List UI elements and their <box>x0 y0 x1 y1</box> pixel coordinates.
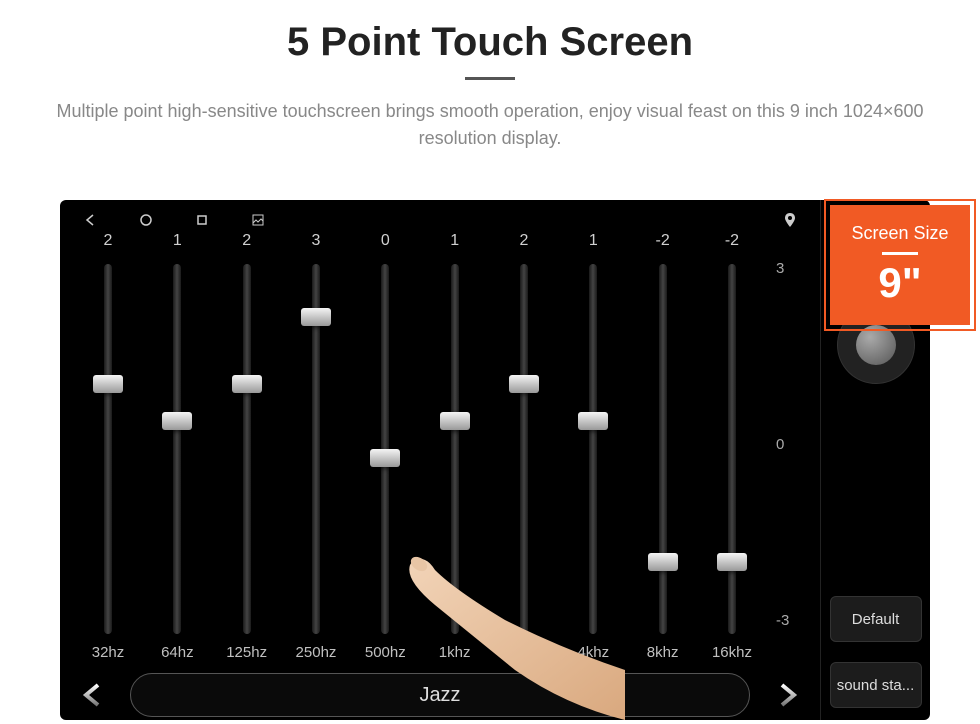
preset-row: Jazz <box>72 673 808 717</box>
eq-band-freq: 4khz <box>577 644 609 661</box>
eq-band-value: 1 <box>450 232 459 256</box>
sound-stage-button[interactable]: sound sta... <box>830 662 922 708</box>
eq-slider-thumb[interactable] <box>93 375 123 393</box>
eq-band-value: 1 <box>173 232 182 256</box>
scale-max: 3 <box>776 260 808 277</box>
eq-band-0: 2 32hz <box>78 232 138 661</box>
eq-band-value: 3 <box>312 232 321 256</box>
eq-band-9: -2 16khz <box>702 232 762 661</box>
eq-band-freq: 16khz <box>712 644 752 661</box>
eq-band-5: 1 1khz <box>425 232 485 661</box>
eq-slider-thumb[interactable] <box>232 375 262 393</box>
eq-band-4: 0 500hz <box>355 232 415 661</box>
eq-slider[interactable] <box>104 264 112 634</box>
eq-band-3: 3 250hz <box>286 232 346 661</box>
eq-band-1: 1 64hz <box>147 232 207 661</box>
eq-slider-thumb[interactable] <box>509 375 539 393</box>
eq-band-freq: 250hz <box>296 644 337 661</box>
eq-slider[interactable] <box>659 264 667 634</box>
eq-slider-thumb[interactable] <box>717 553 747 571</box>
eq-slider[interactable] <box>243 264 251 634</box>
scale-min: -3 <box>776 612 808 629</box>
preset-prev-button[interactable] <box>72 675 112 715</box>
eq-band-freq: 125hz <box>226 644 267 661</box>
recent-apps-icon[interactable] <box>194 212 210 228</box>
eq-slider-thumb[interactable] <box>162 412 192 430</box>
eq-slider[interactable] <box>381 264 389 634</box>
android-navbar <box>72 208 808 232</box>
default-button-label: Default <box>852 611 900 628</box>
eq-scale: 3 0 -3 <box>768 232 808 661</box>
screen-size-badge: Screen Size 9" <box>830 205 970 325</box>
eq-slider[interactable] <box>589 264 597 634</box>
eq-band-value: 0 <box>381 232 390 256</box>
eq-band-value: 1 <box>589 232 598 256</box>
eq-band-7: 1 4khz <box>563 232 623 661</box>
eq-slider-thumb[interactable] <box>648 553 678 571</box>
eq-slider[interactable] <box>520 264 528 634</box>
eq-slider[interactable] <box>728 264 736 634</box>
badge-divider <box>882 252 918 255</box>
eq-band-value: 2 <box>520 232 529 256</box>
eq-band-value: -2 <box>725 232 739 256</box>
page-title: 5 Point Touch Screen <box>40 20 940 65</box>
back-icon[interactable] <box>82 212 98 228</box>
equalizer-area: 2 32hz 1 64hz 2 125hz 3 250hz 0 500hz 1 1khz 2 2khz 1 4… <box>72 232 808 661</box>
badge-value: 9" <box>878 259 921 307</box>
preset-name-button[interactable]: Jazz <box>130 673 750 717</box>
eq-slider[interactable] <box>173 264 181 634</box>
eq-band-freq: 8khz <box>647 644 679 661</box>
eq-slider[interactable] <box>451 264 459 634</box>
eq-sliders: 2 32hz 1 64hz 2 125hz 3 250hz 0 500hz 1 1khz 2 2khz 1 4… <box>72 232 768 661</box>
eq-band-value: -2 <box>656 232 670 256</box>
preset-next-button[interactable] <box>768 675 808 715</box>
page-header: 5 Point Touch Screen Multiple point high… <box>0 0 980 162</box>
eq-band-freq: 2khz <box>508 644 540 661</box>
sound-stage-label: sound sta... <box>837 677 915 694</box>
eq-band-freq: 32hz <box>92 644 125 661</box>
device-screen: 2 32hz 1 64hz 2 125hz 3 250hz 0 500hz 1 1khz 2 2khz 1 4… <box>60 200 930 720</box>
eq-band-2: 2 125hz <box>217 232 277 661</box>
eq-band-value: 2 <box>242 232 251 256</box>
eq-band-freq: 500hz <box>365 644 406 661</box>
eq-band-8: -2 8khz <box>633 232 693 661</box>
preset-name-label: Jazz <box>419 684 460 707</box>
page-subtitle: Multiple point high-sensitive touchscree… <box>40 98 940 152</box>
scale-mid: 0 <box>776 436 808 453</box>
default-button[interactable]: Default <box>830 596 922 642</box>
eq-slider-thumb[interactable] <box>301 308 331 326</box>
eq-slider-thumb[interactable] <box>370 449 400 467</box>
equalizer-panel: 2 32hz 1 64hz 2 125hz 3 250hz 0 500hz 1 1khz 2 2khz 1 4… <box>60 200 820 720</box>
location-icon[interactable] <box>782 212 798 228</box>
eq-band-freq: 64hz <box>161 644 194 661</box>
gallery-icon[interactable] <box>250 212 266 228</box>
eq-band-6: 2 2khz <box>494 232 554 661</box>
balance-knob <box>856 325 896 365</box>
eq-slider-thumb[interactable] <box>578 412 608 430</box>
eq-slider[interactable] <box>312 264 320 634</box>
eq-slider-thumb[interactable] <box>440 412 470 430</box>
home-icon[interactable] <box>138 212 154 228</box>
eq-band-value: 2 <box>104 232 113 256</box>
badge-label: Screen Size <box>851 223 948 244</box>
title-divider <box>465 77 515 80</box>
eq-band-freq: 1khz <box>439 644 471 661</box>
